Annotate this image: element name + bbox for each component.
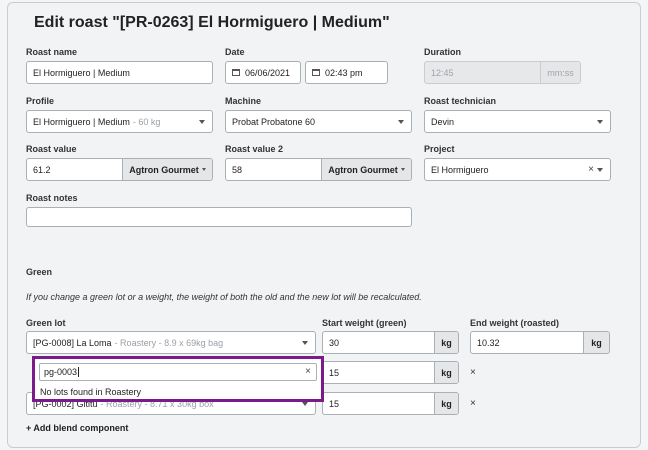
roast-technician-label: Roast technician [424, 96, 497, 106]
machine-value: Probat Probatone 60 [232, 116, 316, 127]
page-title: Edit roast "[PR-0263] El Hormiguero | Me… [34, 14, 390, 31]
add-blend-component-link[interactable]: + Add blend component [26, 423, 128, 433]
project-select[interactable]: El Hormiguero × [424, 158, 611, 181]
roast-value-scale-select[interactable]: Agtron Gourmet [122, 159, 212, 180]
profile-value: El Hormiguero | Medium [33, 116, 130, 127]
end-weight-value: 10.32 [477, 337, 500, 348]
project-label: Project [424, 144, 455, 154]
duration-value: 12:45 [431, 67, 454, 78]
start-weight-input[interactable]: 15 kg [322, 361, 459, 384]
date-label: Date [225, 47, 245, 57]
roast-value-input[interactable]: 61.2 Agtron Gourmet [26, 158, 213, 181]
start-weight-input[interactable]: 15 kg [322, 392, 459, 415]
edit-roast-panel: Edit roast "[PR-0263] El Hormiguero | Me… [7, 2, 641, 448]
roast-name-input[interactable]: El Hormiguero | Medium [26, 61, 213, 84]
roast-value-value: 61.2 [33, 164, 51, 175]
clock-icon [312, 69, 320, 76]
lot-search-input[interactable]: pg-0003 × [39, 363, 317, 381]
clear-search-icon[interactable]: × [305, 366, 311, 377]
green-lot-select[interactable]: [PG-0008] La Loma - Roastery - 8.9 x 69k… [26, 331, 316, 354]
chevron-down-icon [302, 341, 308, 345]
unit-addon: kg [583, 332, 609, 353]
start-weight-label: Start weight (green) [322, 318, 407, 328]
machine-select[interactable]: Probat Probatone 60 [225, 110, 412, 133]
profile-label: Profile [26, 96, 55, 106]
roast-notes-label: Roast notes [26, 193, 78, 203]
time-input[interactable]: 02:43 pm [305, 61, 388, 84]
chevron-down-icon [201, 168, 206, 171]
roast-value-label: Roast value [26, 144, 77, 154]
start-weight-value: 15 [329, 398, 340, 409]
green-section-title: Green [26, 267, 53, 277]
roast-technician-value: Devin [431, 116, 455, 127]
lot-search-query: pg-0003 [44, 367, 78, 377]
clear-icon[interactable]: × [588, 164, 594, 175]
duration-label: Duration [424, 47, 461, 57]
roast-value-2-label: Roast value 2 [225, 144, 284, 154]
remove-component-icon[interactable]: × [470, 367, 476, 378]
end-weight-label: End weight (roasted) [470, 318, 560, 328]
chevron-down-icon [398, 120, 404, 124]
machine-label: Machine [225, 96, 262, 106]
roast-value-2-value: 58 [232, 164, 243, 175]
roast-value-2-scale: Agtron Gourmet [328, 164, 398, 175]
calendar-icon [232, 69, 240, 76]
end-weight-input[interactable]: 10.32 kg [470, 331, 610, 354]
chevron-down-icon [597, 120, 603, 124]
profile-hint: - 60 kg [132, 116, 161, 127]
roast-value-2-input[interactable]: 58 Agtron Gourmet [225, 158, 412, 181]
green-lot-hint: - Roastery - 8.9 x 69kg bag [114, 337, 224, 348]
start-weight-value: 30 [329, 337, 340, 348]
green-lot-label: Green lot [26, 318, 66, 328]
roast-value-2-scale-select[interactable]: Agtron Gourmet [321, 159, 411, 180]
remove-component-icon[interactable]: × [470, 398, 476, 409]
roast-name-value: El Hormiguero | Medium [33, 67, 130, 78]
roast-value-scale: Agtron Gourmet [129, 164, 199, 175]
chevron-down-icon [400, 168, 405, 171]
text-cursor [78, 367, 80, 377]
roast-technician-select[interactable]: Devin [424, 110, 611, 133]
chevron-down-icon [597, 168, 603, 172]
roast-notes-input[interactable] [26, 207, 412, 227]
unit-addon: kg [434, 393, 458, 414]
green-lot-value: [PG-0008] La Loma [33, 337, 112, 348]
green-recalc-note: If you change a green lot or a weight, t… [26, 292, 422, 302]
unit-addon: kg [434, 362, 458, 383]
roast-name-label: Roast name [26, 47, 78, 57]
duration-input: 12:45 mm:ss [424, 61, 581, 84]
date-value: 06/06/2021 [245, 67, 291, 78]
date-input[interactable]: 06/06/2021 [225, 61, 301, 84]
start-weight-input[interactable]: 30 kg [322, 331, 459, 354]
chevron-down-icon [199, 120, 205, 124]
profile-select[interactable]: El Hormiguero | Medium - 60 kg [26, 110, 213, 133]
no-results-message: No lots found in Roastery [40, 387, 142, 397]
project-value: El Hormiguero [431, 164, 489, 175]
unit-addon: kg [434, 332, 458, 353]
start-weight-value: 15 [329, 367, 340, 378]
lot-search-dropdown: pg-0003 × No lots found in Roastery [32, 356, 324, 402]
duration-unit: mm:ss [540, 62, 580, 83]
time-value: 02:43 pm [325, 67, 363, 78]
chevron-down-icon [302, 402, 308, 406]
